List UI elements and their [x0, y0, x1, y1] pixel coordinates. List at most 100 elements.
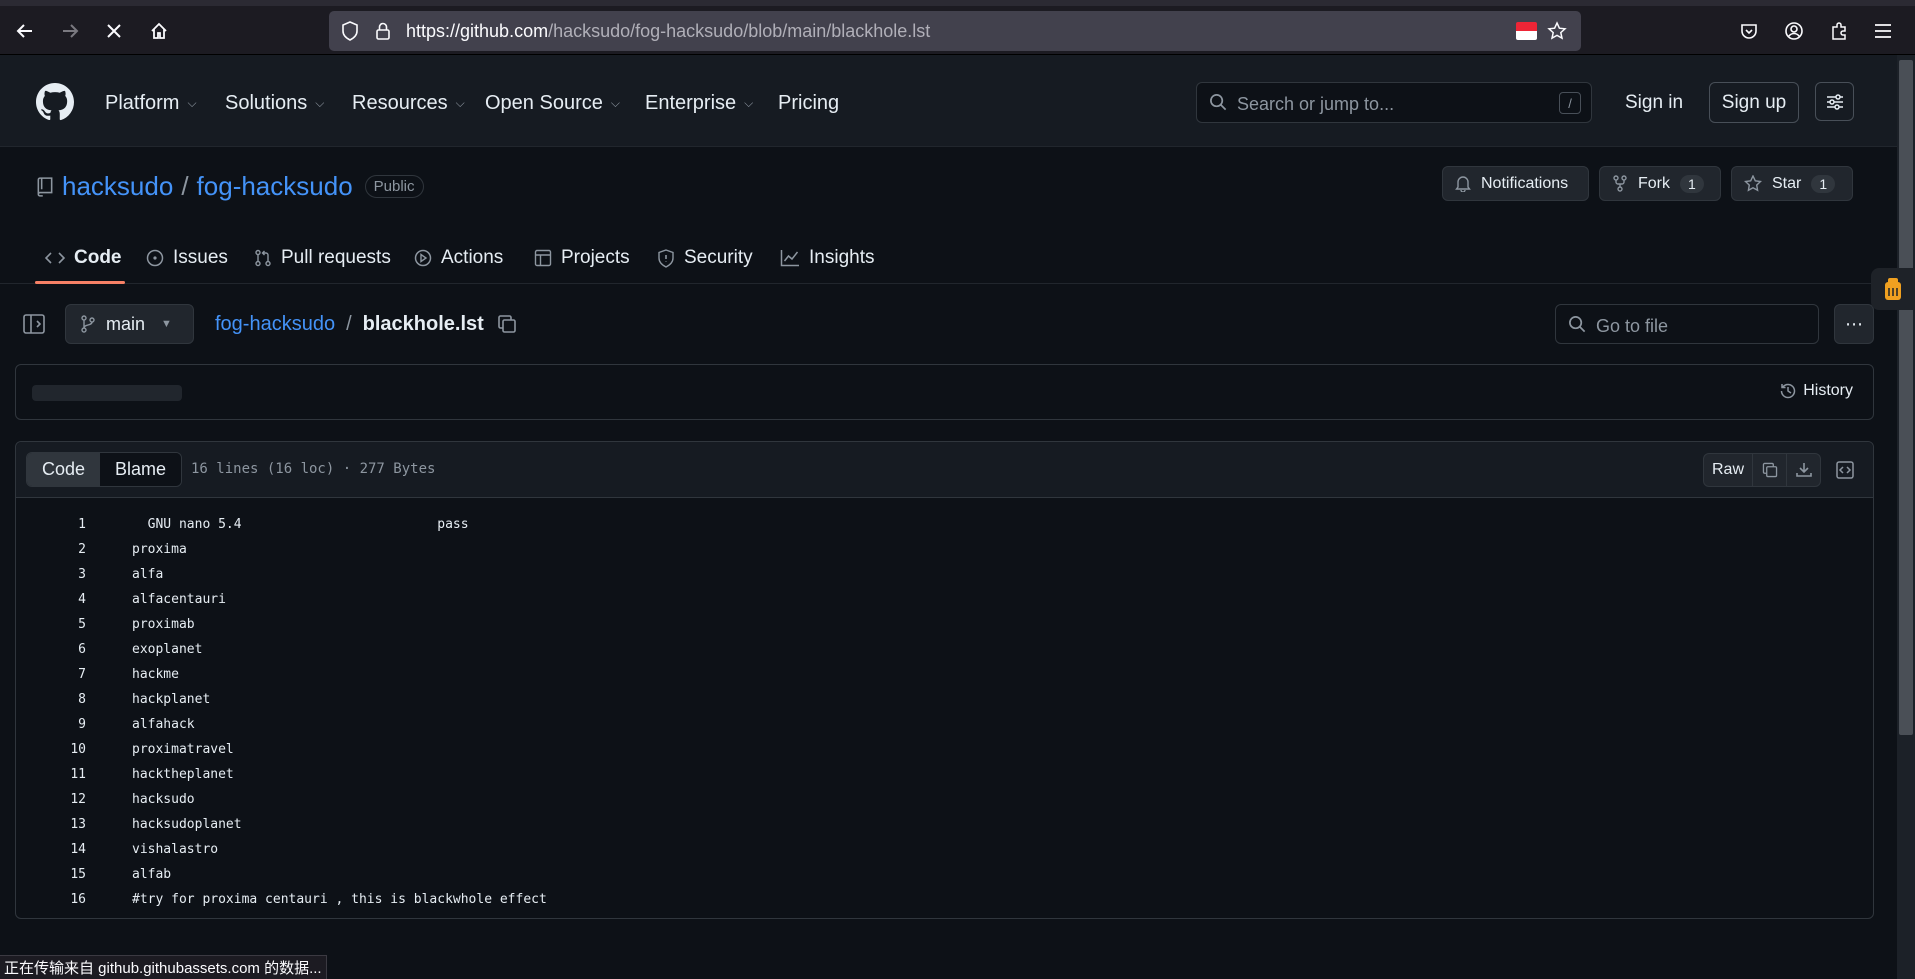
line-number[interactable]: 11 [16, 762, 86, 787]
extension-widget[interactable] [1871, 268, 1915, 310]
line-number[interactable]: 5 [16, 612, 86, 637]
home-button[interactable] [142, 14, 176, 48]
code-line[interactable]: 6 exoplanet [16, 637, 1873, 662]
code-line[interactable]: 16 #try for proxima centauri , this is bl… [16, 887, 1873, 912]
forward-button[interactable] [53, 14, 87, 48]
lock-icon[interactable] [372, 20, 394, 42]
line-number[interactable]: 16 [16, 887, 86, 912]
code-line[interactable]: 8 hackplanet [16, 687, 1873, 712]
tab-issues-label: Issues [173, 247, 228, 268]
code-square-icon [1836, 461, 1854, 479]
extensions-icon[interactable] [1822, 14, 1856, 48]
history-button[interactable]: History [1779, 382, 1853, 400]
line-number[interactable]: 7 [16, 662, 86, 687]
branch-icon [81, 315, 95, 333]
flag-icon[interactable] [1516, 22, 1537, 40]
view-mode-toggle: Code Blame [26, 452, 183, 487]
nav-solutions[interactable]: Solutions ⌵ [225, 92, 324, 115]
line-number[interactable]: 13 [16, 812, 86, 837]
stop-button[interactable] [97, 14, 131, 48]
line-number[interactable]: 6 [16, 637, 86, 662]
bookmark-star-icon[interactable] [1546, 20, 1568, 42]
repo-owner-link[interactable]: hacksudo [62, 171, 173, 202]
code-line[interactable]: 7 hackme [16, 662, 1873, 687]
line-number[interactable]: 10 [16, 737, 86, 762]
code-line[interactable]: 9 alfahack [16, 712, 1873, 737]
raw-button[interactable]: Raw [1704, 454, 1752, 486]
arrow-left-icon [16, 24, 32, 38]
sign-in-link[interactable]: Sign in [1625, 92, 1683, 114]
code-line[interactable]: 13 hacksudoplanet [16, 812, 1873, 837]
line-text: hackme [132, 667, 179, 682]
code-line[interactable]: 4 alfacentauri [16, 587, 1873, 612]
repo-name-link[interactable]: fog-hacksudo [197, 171, 353, 202]
search-input[interactable]: Search or jump to... / [1196, 82, 1592, 123]
line-number[interactable]: 2 [16, 537, 86, 562]
nav-platform[interactable]: Platform ⌵ [105, 92, 197, 115]
url-text[interactable]: https://github.com/hacksudo/fog-hacksudo… [406, 21, 930, 42]
nav-resources[interactable]: Resources ⌵ [352, 92, 465, 115]
tab-insights-label: Insights [809, 247, 875, 268]
code-content[interactable]: 1 GNU nano 5.4 pass 2 proxima 3 alfa 4 alfacen… [16, 512, 1873, 912]
tab-security-label: Security [684, 247, 753, 268]
code-line[interactable]: 5 proximab [16, 612, 1873, 637]
line-number[interactable]: 9 [16, 712, 86, 737]
sidebar-toggle-icon[interactable] [22, 312, 48, 338]
code-line[interactable]: 10 proximatravel [16, 737, 1873, 762]
menu-icon[interactable] [1866, 14, 1900, 48]
go-to-file-input[interactable]: Go to file [1555, 304, 1819, 344]
line-number[interactable]: 12 [16, 787, 86, 812]
fork-button[interactable]: Fork 1 [1599, 166, 1721, 201]
code-line[interactable]: 3 alfa [16, 562, 1873, 587]
url-bar[interactable]: https://github.com/hacksudo/fog-hacksudo… [329, 11, 1581, 51]
caret-down-icon: ▼ [161, 318, 172, 330]
code-line[interactable]: 14 vishalastro [16, 837, 1873, 862]
line-text: exoplanet [132, 642, 203, 657]
line-number[interactable]: 4 [16, 587, 86, 612]
shield-icon[interactable] [339, 20, 361, 42]
line-number[interactable]: 14 [16, 837, 86, 862]
more-options-button[interactable]: ⋯ [1834, 304, 1874, 344]
star-button[interactable]: Star 1 [1731, 166, 1853, 201]
code-line[interactable]: 15 alfab [16, 862, 1873, 887]
nav-pricing[interactable]: Pricing [778, 92, 839, 115]
line-number[interactable]: 15 [16, 862, 86, 887]
tab-security[interactable]: Security [657, 243, 753, 273]
code-line[interactable]: 11 hacktheplanet [16, 762, 1873, 787]
appearance-settings-button[interactable] [1815, 82, 1854, 121]
nav-enterprise[interactable]: Enterprise ⌵ [645, 92, 753, 115]
nav-open-source[interactable]: Open Source ⌵ [485, 92, 620, 115]
scrollbar-thumb[interactable] [1899, 60, 1913, 735]
pocket-icon[interactable] [1732, 14, 1766, 48]
back-button[interactable] [8, 14, 42, 48]
tab-code[interactable]: Code [45, 243, 122, 273]
code-line[interactable]: 1 GNU nano 5.4 pass [16, 512, 1873, 537]
notifications-button[interactable]: Notifications [1442, 166, 1589, 201]
code-line[interactable]: 2 proxima [16, 537, 1873, 562]
branch-selector[interactable]: main ▼ [65, 304, 194, 344]
branch-name: main [106, 313, 146, 334]
symbols-panel-button[interactable] [1831, 456, 1859, 484]
tab-pull-requests[interactable]: Pull requests [254, 243, 391, 273]
line-number[interactable]: 1 [16, 512, 86, 537]
copy-path-icon[interactable] [496, 313, 520, 337]
copy-raw-button[interactable] [1752, 454, 1786, 486]
tab-insights[interactable]: Insights [780, 243, 874, 273]
tab-actions[interactable]: Actions [414, 243, 503, 273]
download-button[interactable] [1786, 454, 1820, 486]
blame-view-button[interactable]: Blame [100, 453, 182, 486]
home-icon [151, 22, 167, 39]
browser-toolbar: https://github.com/hacksudo/fog-hacksudo… [0, 0, 1915, 55]
code-line[interactable]: 12 hacksudo [16, 787, 1873, 812]
fork-label: Fork [1638, 174, 1670, 192]
line-number[interactable]: 3 [16, 562, 86, 587]
github-logo-icon[interactable] [36, 83, 74, 121]
code-view-button[interactable]: Code [27, 453, 101, 486]
line-number[interactable]: 8 [16, 687, 86, 712]
tab-projects[interactable]: Projects [534, 243, 630, 273]
sign-up-button[interactable]: Sign up [1709, 82, 1799, 123]
breadcrumb-repo-link[interactable]: fog-hacksudo [215, 313, 335, 336]
tab-issues[interactable]: Issues [146, 243, 228, 273]
account-icon[interactable] [1777, 14, 1811, 48]
file-header: Code Blame 16 lines (16 loc) · 277 Bytes… [16, 442, 1873, 498]
